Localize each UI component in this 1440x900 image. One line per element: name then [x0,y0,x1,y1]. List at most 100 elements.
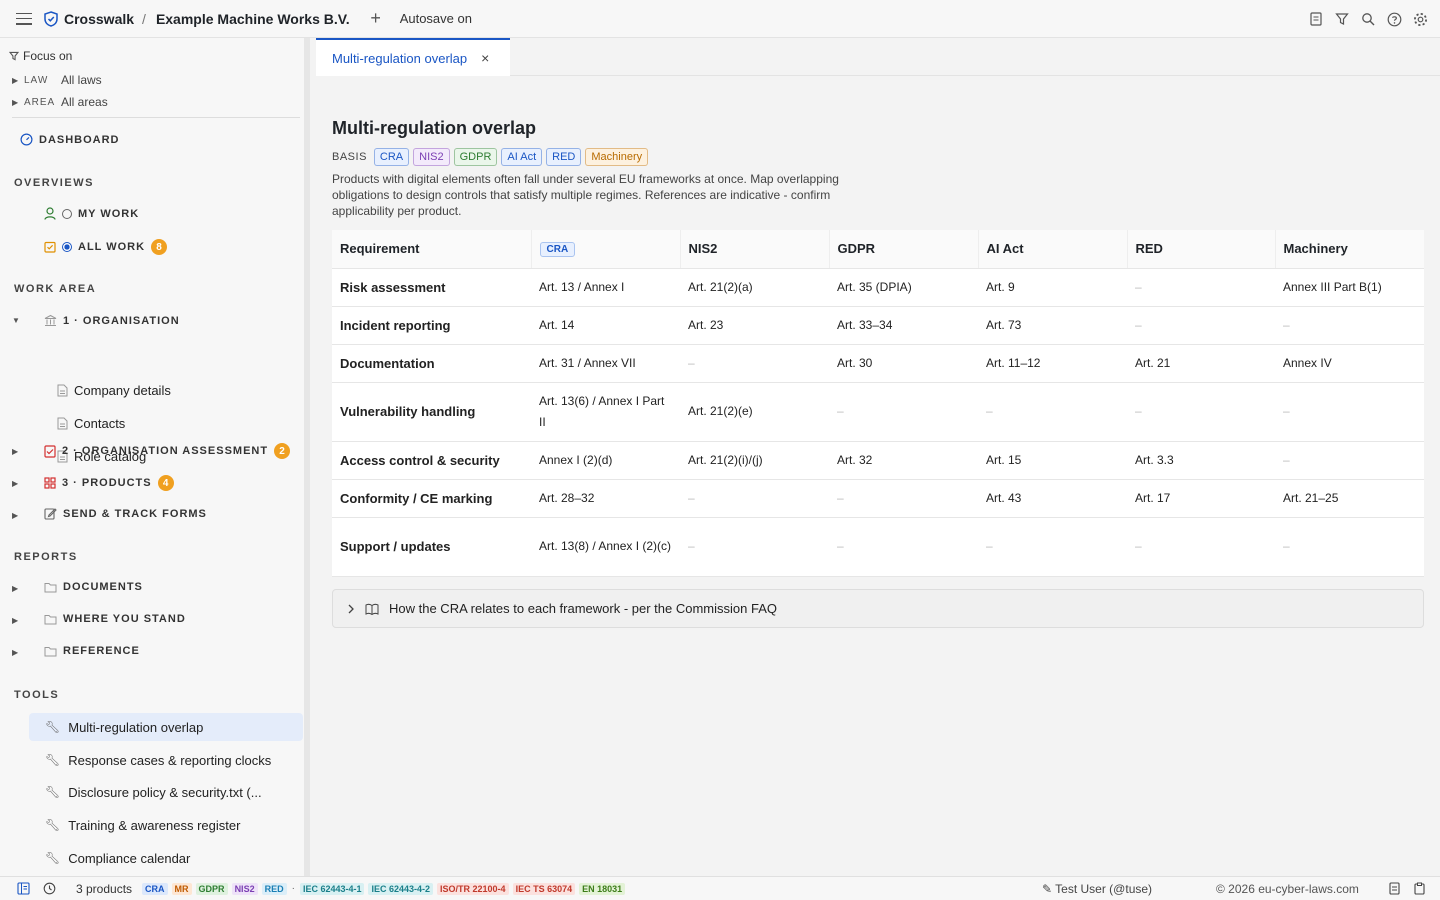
breadcrumb-separator: / [142,10,146,27]
tag[interactable]: GDPR [195,882,228,895]
tag[interactable]: CRA [142,882,168,895]
tag[interactable]: IEC 62443-4-1 [299,882,365,895]
law-chip[interactable]: GDPR [453,148,498,166]
nav-send-track-forms[interactable]: SEND & TRACK FORMS [44,507,207,520]
law-chip[interactable]: RED [546,148,582,166]
help-icon[interactable] [1386,11,1402,27]
search-icon[interactable] [1360,11,1376,27]
section-heading-work-area: WORK AREA [14,283,97,295]
add-icon[interactable]: + [366,8,386,29]
nav-where-you-stand[interactable]: WHERE YOU STAND [44,613,186,625]
caret-right-icon: ▶ [12,97,19,107]
caret-right-icon[interactable]: ▶ [12,616,18,625]
faq-accordion[interactable]: How the CRA relates to each framework - … [332,589,1424,628]
org-name[interactable]: Example Machine Works B.V. [156,11,350,27]
standard-tags: IEC 62443-4-1 IEC 62443-4-2 ISO/TR 22100-4… [299,882,626,895]
nav-my-work[interactable]: MY WORK [44,207,139,220]
tool-multi-regulation-overlap[interactable]: 🔧︎ Multi-regulation overlap [29,713,303,741]
tool-disclosure-policy[interactable]: 🔧︎ Disclosure policy & security.txt (... [29,778,303,806]
section-heading-overviews: OVERVIEWS [14,177,94,189]
filter-label: AREA [24,96,56,108]
nav-company-details[interactable]: Company details [57,383,171,398]
filter-icon[interactable] [1334,11,1350,27]
radio-icon[interactable] [62,208,72,219]
law-chip[interactable]: CRA [373,148,410,166]
reference-cell: – [1127,268,1275,307]
wrench-icon: 🔧︎ [45,851,61,865]
document-icon[interactable] [1308,11,1324,27]
sidebar-toggle-icon[interactable] [16,882,30,896]
caret-right-icon[interactable]: ▶ [12,447,18,456]
caret-right-icon[interactable]: ▶ [12,511,18,520]
book-icon [365,603,379,615]
nav-all-work[interactable]: ALL WORK 8 [44,239,168,255]
column-header: RED [1126,230,1275,269]
tag[interactable]: NIS2 [231,882,258,895]
nav-products[interactable]: 3 · PRODUCTS 4 [44,475,174,491]
tool-training-register[interactable]: 🔧︎ Training & awareness register [29,811,303,839]
count-badge: 2 [274,443,291,459]
nav-dashboard[interactable]: DASHBOARD [20,133,120,146]
tab-label: Multi-regulation overlap [332,50,468,66]
nav-organisation[interactable]: 1 · ORGANISATION [44,314,180,327]
column-header: CRA [530,230,680,269]
app-name[interactable]: Crosswalk [64,11,134,27]
gear-icon[interactable] [1412,11,1428,27]
tool-response-cases[interactable]: 🔧︎ Response cases & reporting clocks [29,746,303,774]
column-header: AI Act [977,230,1127,269]
tab-multi-regulation-overlap[interactable]: Multi-regulation overlap × [316,38,510,76]
wrench-icon: 🔧︎ [45,720,61,734]
edit-icon [44,508,57,520]
focus-label: Focus on [23,49,73,63]
reference-cell: – [1275,382,1424,442]
table-row: Vulnerability handling Art. 13(6) / Annex… [332,382,1424,442]
radio-selected-icon[interactable] [62,242,72,252]
requirement-cell: Risk assessment [332,268,531,307]
clipboard-icon[interactable] [1412,882,1426,896]
caret-down-icon[interactable]: ▼ [12,316,20,325]
export-icon[interactable] [1387,882,1401,896]
nav-documents[interactable]: DOCUMENTS [44,581,143,593]
reference-cell: Art. 15 [978,441,1127,480]
building-icon [44,314,57,326]
tag[interactable]: EN 18031 [579,882,626,895]
law-chip[interactable]: NIS2 [413,148,450,166]
nav-organisation-assessment[interactable]: 2 · ORGANISATION ASSESSMENT 2 [44,443,291,459]
tag[interactable]: MR [171,882,192,895]
tag[interactable]: IEC 62443-4-2 [368,882,434,895]
nav-contacts[interactable]: Contacts [57,416,125,431]
page-description: Products with digital elements often fal… [332,172,839,218]
tag[interactable]: IEC TS 63074 [512,882,576,895]
column-header: Machinery [1274,230,1424,269]
tag[interactable]: RED [261,882,287,895]
law-chip[interactable]: AI Act [501,148,543,166]
reference-cell: Art. 23 [680,306,829,345]
cra-column-badge: CRA [539,242,576,258]
tool-label: Response cases & reporting clocks [68,752,272,768]
filter-value: All areas [61,95,108,109]
caret-right-icon[interactable]: ▶ [12,648,18,657]
reference-cell: Art. 13(6) / Annex I Part II [531,382,680,442]
column-header: GDPR [828,230,978,269]
menu-icon[interactable] [16,12,32,25]
tool-label: Training & awareness register [68,817,241,833]
caret-right-icon[interactable]: ▶ [12,584,18,593]
column-header: Requirement [332,230,531,269]
area-filter[interactable]: ▶ AREA All areas [12,95,108,109]
close-icon[interactable]: × [481,50,489,66]
clock-icon[interactable] [42,882,56,896]
page-icon [57,384,68,397]
nav-label: 1 · ORGANISATION [63,314,180,327]
caret-right-icon[interactable]: ▶ [12,479,18,488]
tag[interactable]: ISO/TR 22100-4 [437,882,509,895]
reference-cell: Annex I (2)(d) [531,441,680,480]
nav-reference[interactable]: REFERENCE [44,645,140,657]
chevron-right-icon [348,604,354,613]
tool-label: Multi-regulation overlap [68,719,204,735]
nav-label: 3 · PRODUCTS [62,477,152,489]
law-filter[interactable]: ▶ LAW All laws [12,73,102,87]
user-label[interactable]: ✎ Test User (@tuse) [1042,882,1152,896]
reference-cell: – [829,517,978,577]
law-chip[interactable]: Machinery [585,148,649,166]
tool-compliance-calendar[interactable]: 🔧︎ Compliance calendar [29,844,303,872]
